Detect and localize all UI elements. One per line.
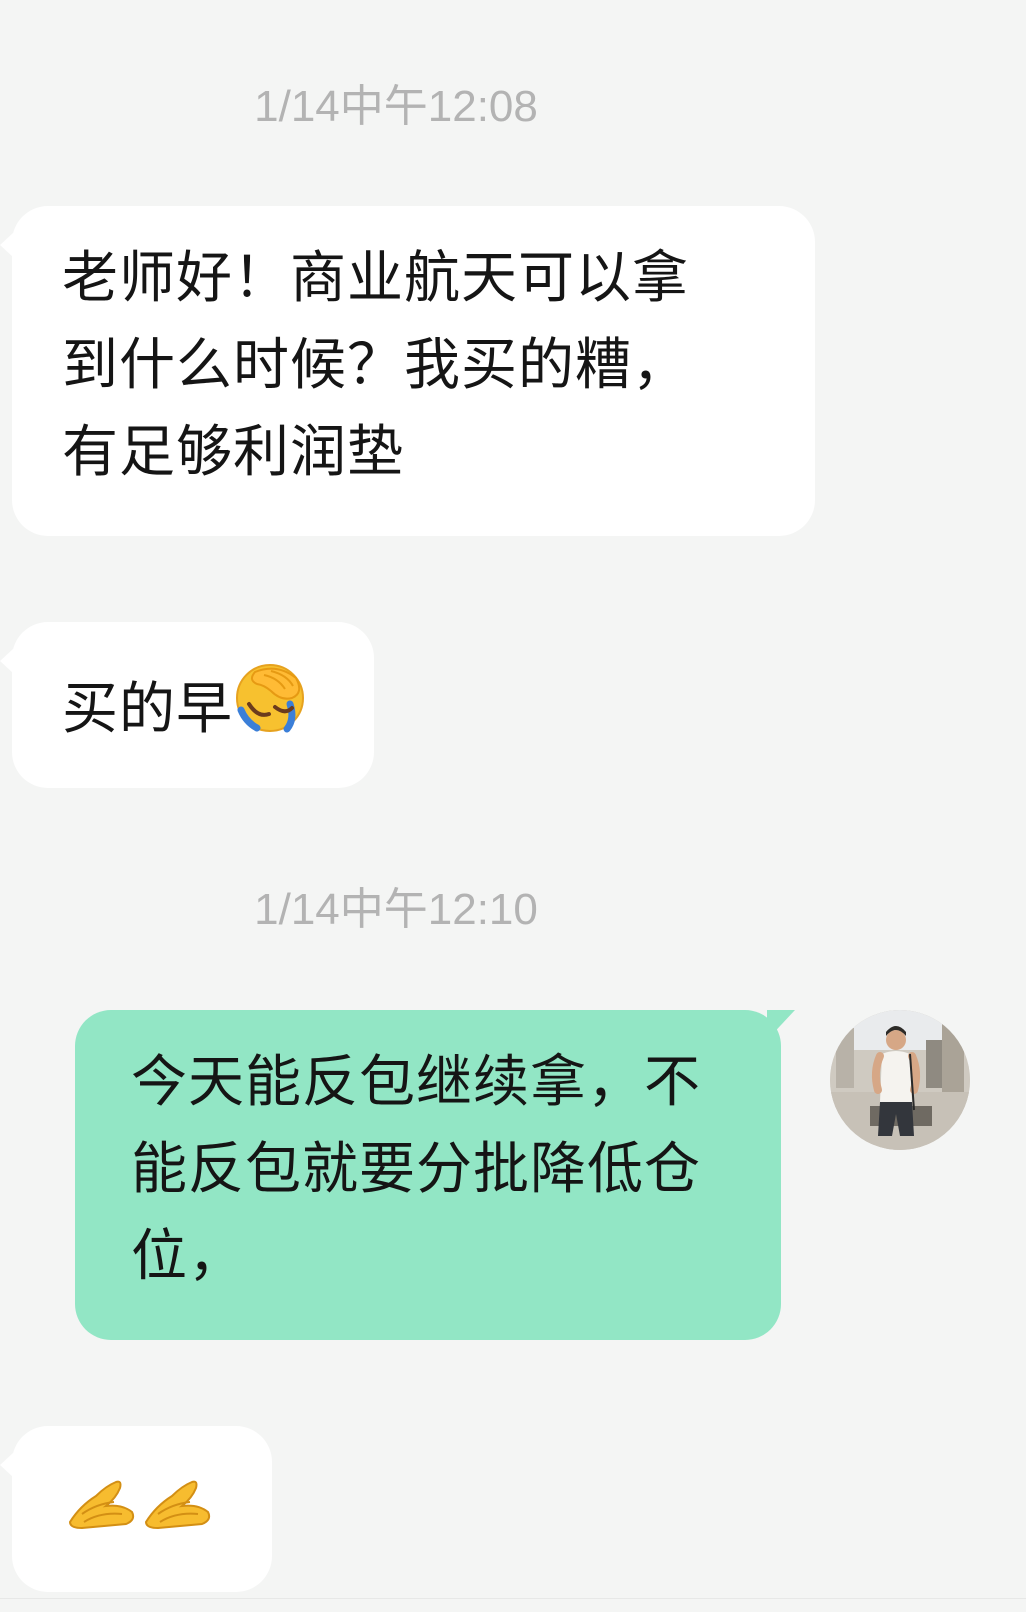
message-timestamp: 1/14中午12:08: [254, 82, 538, 131]
folded-hands-emoji-icon: [62, 1462, 212, 1559]
divider: [0, 1598, 1026, 1599]
outgoing-message-bubble[interactable]: 今天能反包继续拿，不能反包就要分批降低仓位，: [75, 1010, 795, 1340]
message-text: 买的早: [62, 677, 233, 742]
chat-conversation: 1/14中午12:08 老师好！商业航天可以拿到什么时候？我买的糟，有足够利润垫…: [0, 0, 1026, 1612]
incoming-message-bubble[interactable]: 买的早: [0, 622, 374, 788]
avatar-photo-icon: [830, 1010, 970, 1150]
message-text: 今天能反包继续拿，不能反包就要分批降低仓位，: [131, 1050, 701, 1289]
message-timestamp: 1/14中午12:10: [254, 885, 538, 934]
incoming-message-bubble[interactable]: [0, 1426, 272, 1592]
message-text: 老师好！商业航天可以拿到什么时候？我买的糟，有足够利润垫: [62, 246, 689, 485]
face-palm-crying-emoji-icon: [233, 660, 307, 759]
user-avatar[interactable]: [830, 1010, 970, 1150]
incoming-message-bubble[interactable]: 老师好！商业航天可以拿到什么时候？我买的糟，有足够利润垫: [0, 206, 815, 536]
